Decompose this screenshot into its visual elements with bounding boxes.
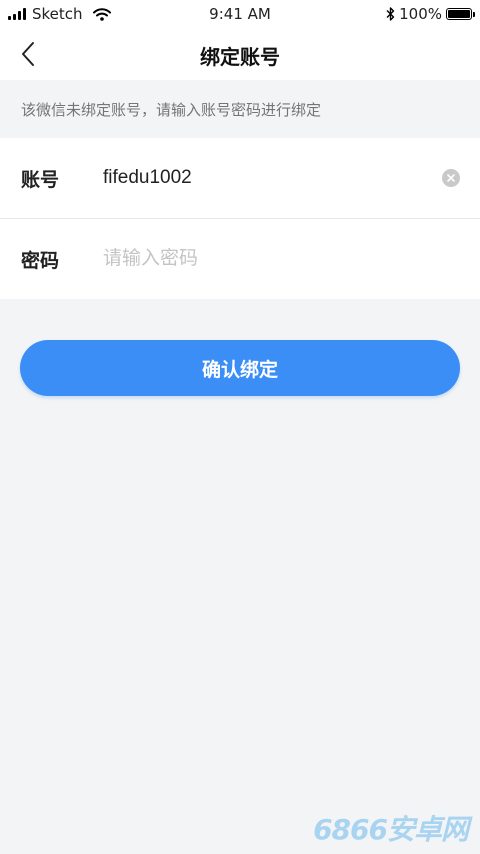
bluetooth-icon bbox=[386, 7, 395, 21]
page-title: 绑定账号 bbox=[200, 45, 280, 69]
status-right: 100% bbox=[386, 5, 475, 23]
confirm-bind-button[interactable]: 确认绑定 bbox=[20, 340, 460, 396]
password-input[interactable] bbox=[103, 248, 420, 270]
battery-percent: 100% bbox=[399, 5, 442, 23]
account-input[interactable] bbox=[103, 167, 420, 189]
battery-icon bbox=[446, 8, 475, 20]
account-row: 账号 bbox=[0, 138, 480, 218]
clear-account-button[interactable] bbox=[442, 169, 460, 187]
password-row: 密码 bbox=[0, 218, 480, 299]
clear-icon bbox=[447, 174, 455, 182]
watermark-logo: 6866安卓网 bbox=[313, 813, 469, 846]
nav-bar: 绑定账号 bbox=[0, 28, 480, 80]
account-label: 账号 bbox=[21, 168, 60, 191]
password-label: 密码 bbox=[21, 249, 60, 272]
binding-form: 账号 密码 bbox=[0, 138, 480, 299]
binding-hint: 该微信未绑定账号，请输入账号密码进行绑定 bbox=[0, 80, 480, 138]
status-bar: Sketch 9:41 AM 100% bbox=[0, 0, 480, 28]
